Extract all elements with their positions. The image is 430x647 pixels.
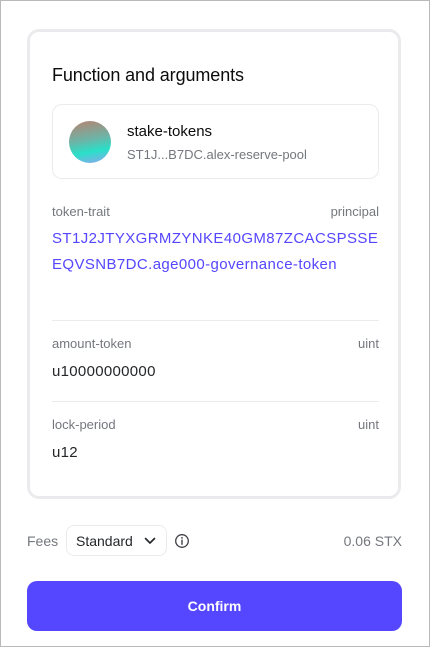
panel-title: Function and arguments: [52, 65, 244, 85]
argument-name: lock-period: [52, 417, 116, 432]
argument-value-link[interactable]: ST1J2JTYXGRMZYNKE40GM87ZCACSPSSEEQVSNB7D…: [52, 226, 379, 278]
fee-amount: 0.06 STX: [343, 533, 402, 549]
fees-row: Fees Standard 0.06 STX: [27, 525, 402, 557]
contract-card: stake-tokens ST1J...B7DC.alex-reserve-po…: [52, 104, 379, 179]
argument-token-trait: token-trait principal ST1J2JTYXGRMZYNKE4…: [52, 204, 379, 304]
fees-label: Fees: [27, 533, 59, 549]
function-arguments-panel: Function and arguments stake-tokens ST1J…: [27, 29, 401, 499]
fee-level-selected: Standard: [76, 533, 133, 549]
contract-function-name: stake-tokens: [127, 123, 213, 140]
divider: [52, 320, 379, 321]
argument-value: u10000000000: [52, 363, 156, 380]
fee-level-select[interactable]: Standard: [66, 525, 167, 556]
contract-address: ST1J...B7DC.alex-reserve-pool: [127, 147, 307, 162]
argument-name: token-trait: [52, 204, 110, 219]
contract-avatar-icon: [69, 121, 111, 163]
argument-name: amount-token: [52, 336, 132, 351]
argument-type: uint: [358, 417, 379, 432]
argument-value: u12: [52, 444, 78, 461]
argument-lock-period: lock-period uint u12: [52, 417, 379, 477]
divider: [52, 401, 379, 402]
argument-amount-token: amount-token uint u10000000000: [52, 336, 379, 396]
argument-type: uint: [358, 336, 379, 351]
confirm-button[interactable]: Confirm: [27, 581, 402, 631]
argument-type: principal: [330, 204, 379, 219]
info-icon[interactable]: [174, 533, 190, 549]
chevron-down-icon: [144, 537, 156, 544]
